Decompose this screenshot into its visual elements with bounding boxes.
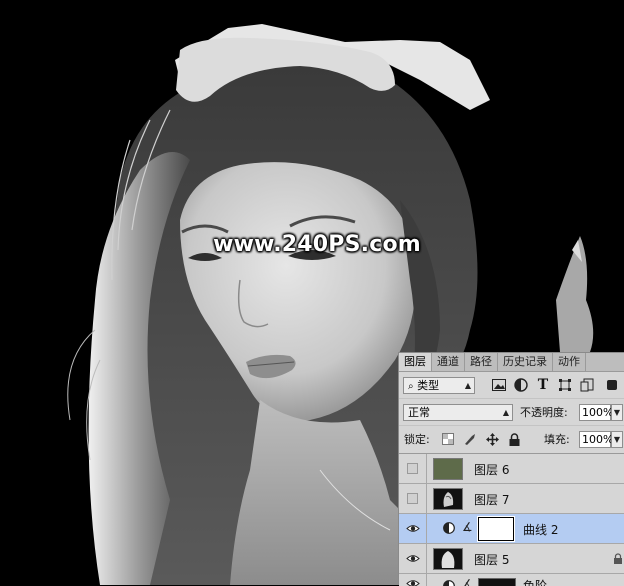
layer-mask-thumbnail[interactable] [478, 517, 514, 541]
eye-icon [406, 554, 420, 563]
layer-lock-icon [613, 553, 623, 564]
chevron-updown-icon: ▲ [503, 405, 509, 420]
watermark-text: www.240PS.com [212, 232, 422, 257]
blend-row: 正常 ▲ 不透明度: 100% ▼ [399, 399, 624, 426]
lock-transparent-icon[interactable] [441, 432, 455, 446]
smart-object-filter-icon[interactable] [579, 377, 595, 393]
lock-position-icon[interactable] [485, 432, 499, 446]
layer-name: 图层 5 [474, 551, 509, 568]
layers-panel: 图层 通道 路径 历史记录 动作 ⌕ 类型 ▲ T 正常 ▲ 不透 [398, 352, 624, 585]
tab-layers[interactable]: 图层 [399, 353, 432, 371]
blend-mode-value: 正常 [408, 406, 430, 419]
layer-name: 图层 7 [474, 491, 509, 508]
filter-kind-select[interactable]: ⌕ 类型 ▲ [403, 377, 475, 394]
lock-label: 锁定: [404, 431, 430, 448]
visibility-toggle[interactable] [399, 484, 427, 513]
tab-paths[interactable]: 路径 [465, 353, 498, 371]
adjustment-filter-icon[interactable] [513, 377, 529, 393]
layer-row[interactable]: 图层 5 [399, 544, 624, 574]
lock-image-icon[interactable] [463, 432, 477, 446]
type-filter-icon[interactable]: T [535, 377, 551, 393]
search-icon: ⌕ [408, 381, 414, 392]
layer-row[interactable]: 图层 6 [399, 454, 624, 484]
fill-dropdown[interactable]: ▼ [611, 431, 623, 448]
hidden-box-icon [407, 493, 418, 504]
hidden-box-icon [407, 463, 418, 474]
filter-row: ⌕ 类型 ▲ T [399, 372, 624, 399]
tab-actions[interactable]: 动作 [553, 353, 586, 371]
layer-row[interactable]: 图层 7 [399, 484, 624, 514]
lock-row: 锁定: 填充: 100% ▼ [399, 426, 624, 454]
eye-icon [406, 524, 420, 533]
opacity-input[interactable]: 100% [579, 404, 611, 421]
chevron-updown-icon: ▲ [465, 378, 471, 393]
tab-history[interactable]: 历史记录 [498, 353, 553, 371]
layer-thumbnail [433, 548, 463, 570]
adjustment-layer-icon [443, 580, 455, 586]
tab-channels[interactable]: 通道 [432, 353, 465, 371]
opacity-dropdown[interactable]: ▼ [611, 404, 623, 421]
filter-kind-label: 类型 [417, 379, 439, 392]
filter-toggle-icon[interactable] [607, 380, 617, 390]
adjustment-layer-icon [443, 522, 455, 534]
layer-thumbnail [433, 458, 463, 480]
image-filter-icon[interactable] [491, 377, 507, 393]
layer-name: 曲线 2 [523, 521, 558, 538]
shape-filter-icon[interactable] [557, 377, 573, 393]
visibility-toggle[interactable] [399, 574, 427, 586]
visibility-toggle[interactable] [399, 544, 427, 573]
fill-label: 填充: [544, 431, 570, 448]
blend-mode-select[interactable]: 正常 ▲ [403, 404, 513, 421]
opacity-label: 不透明度: [520, 404, 568, 421]
layer-name: 图层 6 [474, 461, 509, 478]
layer-row[interactable]: ∡ 色阶 [399, 574, 624, 586]
layer-thumbnail [433, 488, 463, 510]
fill-input[interactable]: 100% [579, 431, 611, 448]
lock-all-icon[interactable] [507, 432, 521, 446]
layer-row-selected[interactable]: ∡ 曲线 2 [399, 514, 624, 544]
visibility-toggle[interactable] [399, 454, 427, 483]
visibility-toggle[interactable] [399, 514, 427, 543]
link-chain-icon[interactable]: ∡ [462, 520, 473, 534]
panel-tabs: 图层 通道 路径 历史记录 动作 [399, 353, 624, 372]
